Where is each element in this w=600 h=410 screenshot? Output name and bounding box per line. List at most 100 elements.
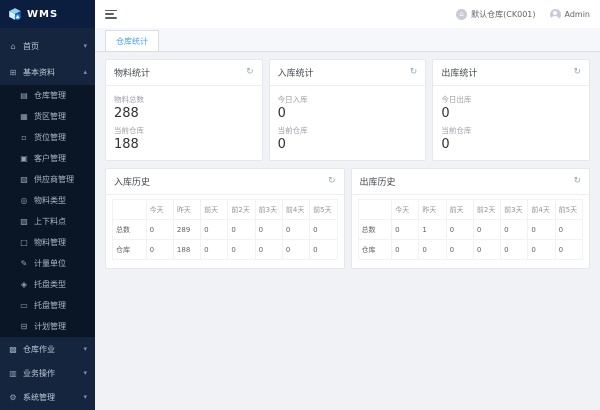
warehouse-badge-icon: ⌂ xyxy=(456,9,467,20)
cell: 0 xyxy=(473,220,500,240)
sidebar-item-label: 仓库作业 xyxy=(23,344,55,355)
cell: 0 xyxy=(310,240,337,260)
sidebar-item-pallet-mgmt[interactable]: ▭ 托盘管理 xyxy=(0,295,95,316)
sidebar-item-label: 计量单位 xyxy=(34,258,66,269)
inbound-history-table: 今天 昨天 前天 前2天 前3天 前4天 前5天 总数 xyxy=(112,199,338,260)
cube-logo-icon xyxy=(8,7,22,21)
refresh-icon[interactable]: ↻ xyxy=(410,68,418,77)
chevron-down-icon: ▾ xyxy=(83,369,87,377)
sidebar-item-plan-mgmt[interactable]: ⊟ 计划管理 xyxy=(0,316,95,337)
stat-value: 288 xyxy=(114,106,254,121)
main-area: ⌂ 默认仓库(CK001) Admin 仓库统计 物料统计 ↻ xyxy=(95,0,600,410)
cell: 0 xyxy=(146,240,173,260)
slot-icon: ▫ xyxy=(19,133,29,142)
tab-bar: 仓库统计 xyxy=(95,28,600,52)
refresh-icon[interactable]: ↻ xyxy=(246,68,254,77)
outbound-stats-card: 出库统计 ↻ 今日出库 0 当前仓库 0 xyxy=(432,59,590,161)
col-header: 前5天 xyxy=(310,200,337,220)
sidebar-item-customer-mgmt[interactable]: ▣ 客户管理 xyxy=(0,148,95,169)
stat-value: 0 xyxy=(278,106,418,121)
row-label: 仓库 xyxy=(358,240,392,260)
card-title: 物料统计 xyxy=(114,66,150,79)
user-avatar-icon xyxy=(550,9,561,20)
sidebar-item-business-ops[interactable]: ▥ 业务操作 ▾ xyxy=(0,361,95,385)
row-label: 总数 xyxy=(113,220,147,240)
sidebar-item-warehouse-mgmt[interactable]: ▤ 仓库管理 xyxy=(0,85,95,106)
cell: 0 xyxy=(501,240,528,260)
table-row: 总数 0 289 0 0 0 0 0 xyxy=(113,220,338,240)
sidebar-item-material-type[interactable]: ◎ 物料类型 xyxy=(0,190,95,211)
username-label: Admin xyxy=(565,10,591,19)
refresh-icon[interactable]: ↻ xyxy=(573,177,581,186)
material-stats-card: 物料统计 ↻ 物料总数 288 当前仓库 188 xyxy=(105,59,263,161)
tab-warehouse-stats[interactable]: 仓库统计 xyxy=(105,30,159,51)
sidebar-item-warehouse-ops[interactable]: ▩ 仓库作业 ▾ xyxy=(0,337,95,361)
sidebar-item-label: 基本资料 xyxy=(23,67,55,78)
sidebar-item-measure-unit[interactable]: ✎ 计量单位 xyxy=(0,253,95,274)
sidebar-item-location-mgmt[interactable]: ▫ 货位管理 xyxy=(0,127,95,148)
warehouse-ops-icon: ▩ xyxy=(8,345,18,354)
sidebar-item-basic-data[interactable]: ⊞ 基本资料 ▴ xyxy=(0,59,95,85)
hamburger-icon[interactable] xyxy=(105,10,117,19)
row-label: 仓库 xyxy=(113,240,147,260)
sidebar-submenu-basic-data: ▤ 仓库管理 ▦ 货区管理 ▫ 货位管理 ▣ 客户管理 ▨ 供应商管理 xyxy=(0,85,95,337)
col-header: 前天 xyxy=(446,200,473,220)
stat-label: 当前仓库 xyxy=(114,125,254,136)
sidebar-item-label: 托盘管理 xyxy=(34,300,66,311)
sidebar-item-area-mgmt[interactable]: ▦ 货区管理 xyxy=(0,106,95,127)
cell: 0 xyxy=(528,220,555,240)
row-label: 总数 xyxy=(358,220,392,240)
cell: 0 xyxy=(446,240,473,260)
warehouse-selector[interactable]: ⌂ 默认仓库(CK001) xyxy=(456,9,535,20)
home-icon: ⌂ xyxy=(8,42,18,51)
cell: 1 xyxy=(419,220,446,240)
sidebar-item-supplier-mgmt[interactable]: ▨ 供应商管理 xyxy=(0,169,95,190)
cell: 0 xyxy=(528,240,555,260)
sidebar-item-label: 货位管理 xyxy=(34,132,66,143)
table-row: 总数 0 1 0 0 0 0 0 xyxy=(358,220,583,240)
cell: 0 xyxy=(473,240,500,260)
cell: 0 xyxy=(555,220,582,240)
zone-icon: ▦ xyxy=(19,112,29,121)
col-header xyxy=(358,200,392,220)
cell: 188 xyxy=(173,240,200,260)
history-row: 入库历史 ↻ 今天 昨天 前天 前2天 前3天 xyxy=(105,168,590,269)
current-warehouse-label: 默认仓库(CK001) xyxy=(471,9,535,20)
cell: 0 xyxy=(255,220,282,240)
cell: 289 xyxy=(173,220,200,240)
cell: 0 xyxy=(392,240,419,260)
inbound-stats-card: 入库统计 ↻ 今日入库 0 当前仓库 0 xyxy=(269,59,427,161)
header-right-group: ⌂ 默认仓库(CK001) Admin xyxy=(456,9,590,20)
table-row: 仓库 0 0 0 0 0 0 0 xyxy=(358,240,583,260)
sidebar-item-label: 货区管理 xyxy=(34,111,66,122)
refresh-icon[interactable]: ↻ xyxy=(573,68,581,77)
sidebar-item-home[interactable]: ⌂ 首页 ▾ xyxy=(0,33,95,59)
sidebar-item-load-points[interactable]: ▧ 上下料点 xyxy=(0,211,95,232)
sidebar-item-label: 系统管理 xyxy=(23,392,55,403)
user-menu[interactable]: Admin xyxy=(550,9,591,20)
sidebar-item-label: 客户管理 xyxy=(34,153,66,164)
cell: 0 xyxy=(282,220,309,240)
app-title: WMS xyxy=(27,9,58,20)
business-ops-icon: ▥ xyxy=(8,369,18,378)
refresh-icon[interactable]: ↻ xyxy=(328,177,336,186)
dashboard-content: 物料统计 ↻ 物料总数 288 当前仓库 188 入库统计 ↻ xyxy=(95,52,600,410)
stat-label: 物料总数 xyxy=(114,94,254,105)
chevron-down-icon: ▾ xyxy=(83,345,87,353)
sidebar-item-label: 仓库管理 xyxy=(34,90,66,101)
cell: 0 xyxy=(282,240,309,260)
sidebar-item-label: 业务操作 xyxy=(23,368,55,379)
col-header: 前天 xyxy=(201,200,228,220)
sidebar-item-pallet-type[interactable]: ◈ 托盘类型 xyxy=(0,274,95,295)
stat-card-row: 物料统计 ↻ 物料总数 288 当前仓库 188 入库统计 ↻ xyxy=(105,59,590,161)
material-icon: □ xyxy=(19,238,29,247)
col-header: 前3天 xyxy=(501,200,528,220)
cell: 0 xyxy=(419,240,446,260)
card-title: 出库统计 xyxy=(441,66,477,79)
gear-icon: ⚙ xyxy=(8,393,18,402)
sidebar-item-system-mgmt[interactable]: ⚙ 系统管理 ▾ xyxy=(0,385,95,409)
sidebar-item-label: 物料管理 xyxy=(34,237,66,248)
sidebar-item-material-mgmt[interactable]: □ 物料管理 xyxy=(0,232,95,253)
plan-icon: ⊟ xyxy=(19,322,29,331)
sidebar-item-label: 供应商管理 xyxy=(34,174,74,185)
